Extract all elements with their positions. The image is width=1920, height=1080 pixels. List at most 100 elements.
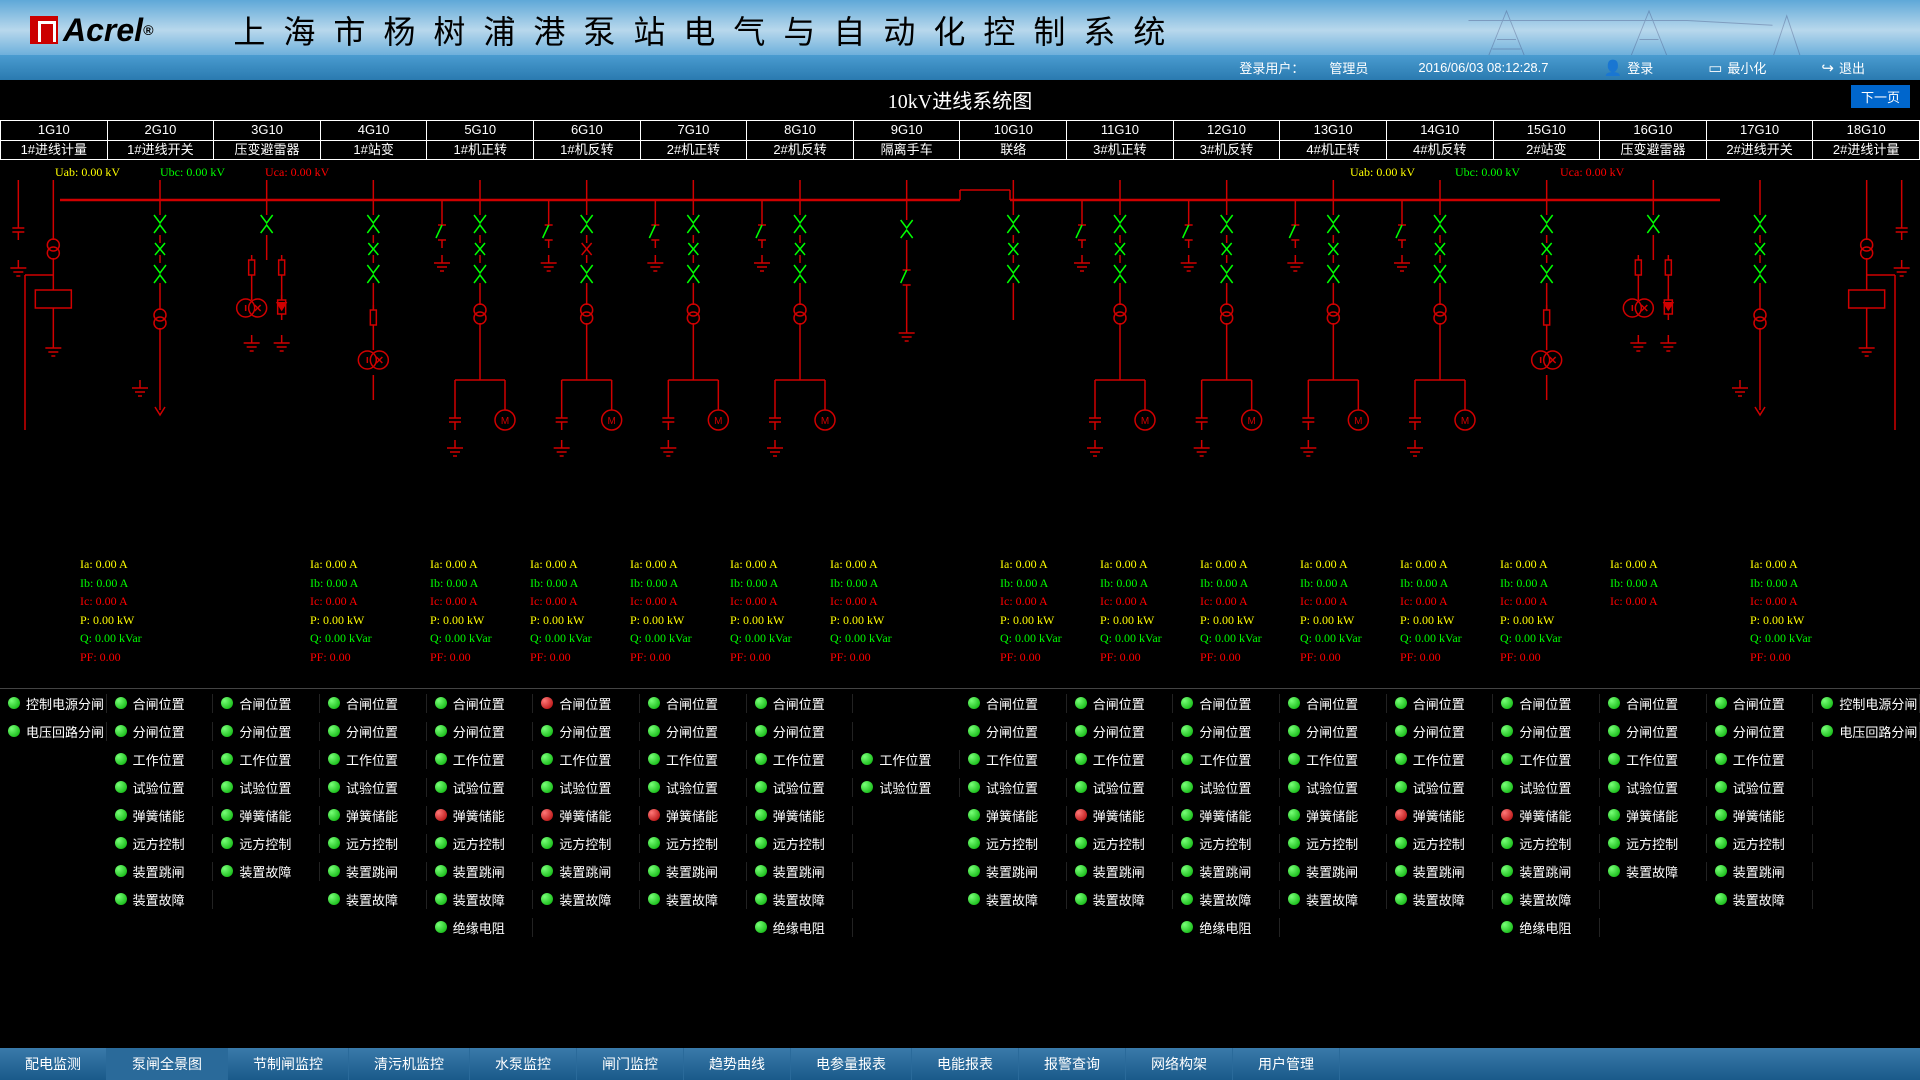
nav-item[interactable]: 用户管理 bbox=[1233, 1048, 1340, 1080]
login-button[interactable]: 👤登录 bbox=[1604, 58, 1679, 77]
status-cell: 工作位置 bbox=[1600, 750, 1707, 769]
status-cell: 分闸位置 bbox=[1067, 722, 1174, 741]
status-label: 弹簧储能 bbox=[453, 806, 505, 825]
status-label: 工作位置 bbox=[346, 750, 398, 769]
status-label: 远方控制 bbox=[1199, 834, 1251, 853]
minimize-button[interactable]: ▭最小化 bbox=[1708, 58, 1791, 77]
status-led-icon bbox=[115, 865, 127, 877]
status-led-icon bbox=[328, 725, 340, 737]
nav-item[interactable]: 节制闸监控 bbox=[228, 1048, 349, 1080]
user-label: 登录用户：管理员 bbox=[1239, 58, 1393, 77]
status-cell: 远方控制 bbox=[107, 834, 214, 853]
status-label: 弹簧储能 bbox=[1093, 806, 1145, 825]
status-led-icon bbox=[755, 725, 767, 737]
nav-item[interactable]: 配电监测 bbox=[0, 1048, 107, 1080]
status-label: 弹簧储能 bbox=[346, 806, 398, 825]
status-cell: 合闸位置 bbox=[747, 694, 854, 713]
status-label: 绝缘电阻 bbox=[1519, 918, 1571, 937]
nav-item[interactable]: 网络构架 bbox=[1126, 1048, 1233, 1080]
uca-right: Uca: 0.00 kV bbox=[1560, 165, 1624, 180]
status-cell: 绝缘电阻 bbox=[1493, 918, 1600, 937]
status-cell: 远方控制 bbox=[1707, 834, 1814, 853]
status-cell: 弹簧储能 bbox=[427, 806, 534, 825]
status-led-icon bbox=[115, 753, 127, 765]
status-label: 装置跳闸 bbox=[346, 862, 398, 881]
exit-button[interactable]: ↪退出 bbox=[1821, 58, 1890, 77]
nav-item[interactable]: 电参量报表 bbox=[791, 1048, 912, 1080]
status-cell: 装置故障 bbox=[427, 890, 534, 909]
status-cell: 装置跳闸 bbox=[1387, 862, 1494, 881]
nav-item[interactable]: 电能报表 bbox=[912, 1048, 1019, 1080]
status-led-icon bbox=[1821, 725, 1833, 737]
status-label: 工作位置 bbox=[1093, 750, 1145, 769]
status-led-icon bbox=[1608, 837, 1620, 849]
status-label: 合闸位置 bbox=[666, 694, 718, 713]
status-cell: 远方控制 bbox=[1173, 834, 1280, 853]
bottom-navigation: 配电监测泵闸全景图节制闸监控清污机监控水泵监控闸门监控趋势曲线电参量报表电能报表… bbox=[0, 1048, 1920, 1080]
nav-item[interactable]: 清污机监控 bbox=[349, 1048, 470, 1080]
status-cell: 装置故障 bbox=[1707, 890, 1814, 909]
status-cell: 工作位置 bbox=[1173, 750, 1280, 769]
status-cell: 分闸位置 bbox=[640, 722, 747, 741]
status-led-icon bbox=[1288, 753, 1300, 765]
bay-column: 1G101#进线计量 bbox=[0, 120, 107, 160]
status-cell: 弹簧储能 bbox=[640, 806, 747, 825]
status-cell: 分闸位置 bbox=[533, 722, 640, 741]
status-cell: 装置故障 bbox=[107, 890, 214, 909]
status-led-icon bbox=[968, 893, 980, 905]
status-cell: 装置跳闸 bbox=[640, 862, 747, 881]
status-label: 合闸位置 bbox=[773, 694, 825, 713]
status-led-icon bbox=[648, 781, 660, 793]
status-cell: 远方控制 bbox=[1387, 834, 1494, 853]
status-label: 远方控制 bbox=[1093, 834, 1145, 853]
status-cell: 合闸位置 bbox=[1173, 694, 1280, 713]
nav-item[interactable]: 报警查询 bbox=[1019, 1048, 1126, 1080]
status-label: 试验位置 bbox=[773, 778, 825, 797]
tower-decoration-icon bbox=[1440, 0, 1820, 60]
status-label: 试验位置 bbox=[986, 778, 1038, 797]
status-cell: 分闸位置 bbox=[1600, 722, 1707, 741]
status-cell: 弹簧储能 bbox=[1707, 806, 1814, 825]
status-row: 远方控制远方控制远方控制远方控制远方控制远方控制远方控制远方控制远方控制远方控制… bbox=[0, 829, 1920, 857]
svg-text:M: M bbox=[714, 416, 722, 427]
status-cell: 装置故障 bbox=[533, 890, 640, 909]
status-led-icon bbox=[8, 697, 20, 709]
status-label: 远方控制 bbox=[1413, 834, 1465, 853]
status-label: 分闸位置 bbox=[1413, 722, 1465, 741]
status-label: 工作位置 bbox=[986, 750, 1038, 769]
status-label: 工作位置 bbox=[133, 750, 185, 769]
status-cell: 弹簧储能 bbox=[1280, 806, 1387, 825]
status-led-icon bbox=[1608, 781, 1620, 793]
status-cell: 分闸位置 bbox=[107, 722, 214, 741]
status-cell: 装置跳闸 bbox=[747, 862, 854, 881]
status-led-icon bbox=[221, 753, 233, 765]
nav-item[interactable]: 趋势曲线 bbox=[684, 1048, 791, 1080]
status-cell: 合闸位置 bbox=[1600, 694, 1707, 713]
status-led-icon bbox=[755, 837, 767, 849]
status-label: 装置跳闸 bbox=[1519, 862, 1571, 881]
bay-column: 15G102#站变 bbox=[1493, 120, 1600, 160]
status-label: 试验位置 bbox=[559, 778, 611, 797]
status-led-icon bbox=[1288, 837, 1300, 849]
status-cell: 工作位置 bbox=[213, 750, 320, 769]
status-label: 远方控制 bbox=[239, 834, 291, 853]
status-led-icon bbox=[1181, 837, 1193, 849]
next-page-button[interactable]: 下一页 bbox=[1851, 85, 1910, 108]
status-led-icon bbox=[435, 865, 447, 877]
status-led-icon bbox=[435, 921, 447, 933]
status-cell: 合闸位置 bbox=[533, 694, 640, 713]
status-led-icon bbox=[328, 865, 340, 877]
status-cell: 工作位置 bbox=[853, 750, 960, 769]
status-led-icon bbox=[328, 697, 340, 709]
status-led-icon bbox=[115, 725, 127, 737]
status-cell: 远方控制 bbox=[1067, 834, 1174, 853]
status-led-icon bbox=[1395, 781, 1407, 793]
status-led-icon bbox=[1288, 781, 1300, 793]
status-led-icon bbox=[1075, 697, 1087, 709]
status-cell: 装置故障 bbox=[1280, 890, 1387, 909]
nav-item[interactable]: 水泵监控 bbox=[470, 1048, 577, 1080]
nav-item[interactable]: 闸门监控 bbox=[577, 1048, 684, 1080]
nav-item[interactable]: 泵闸全景图 bbox=[107, 1048, 228, 1080]
status-label: 分闸位置 bbox=[453, 722, 505, 741]
status-led-icon bbox=[1075, 781, 1087, 793]
